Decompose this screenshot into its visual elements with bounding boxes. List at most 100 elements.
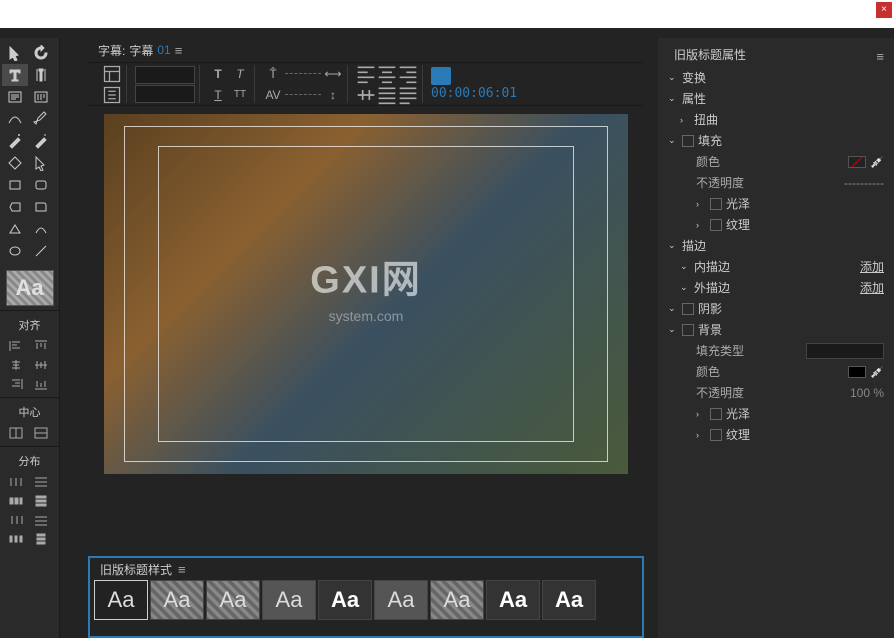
roll-crawl-icon[interactable] xyxy=(102,85,122,105)
tracking-icon[interactable]: ↕ xyxy=(323,85,343,105)
align-left-text-icon[interactable] xyxy=(356,64,376,84)
chevron-down-icon[interactable]: ⌄ xyxy=(668,324,678,335)
rounded-rect-tool-icon[interactable] xyxy=(28,174,54,196)
add-anchor-tool-icon[interactable] xyxy=(2,130,28,152)
bg-texture-checkbox[interactable] xyxy=(710,429,722,441)
distrib-v-center-icon[interactable] xyxy=(29,492,53,510)
style-swatch[interactable]: Aa xyxy=(374,580,428,620)
sheen-checkbox[interactable] xyxy=(710,198,722,210)
chevron-right-icon[interactable]: › xyxy=(696,409,706,419)
texture-checkbox[interactable] xyxy=(710,219,722,231)
font-family-dropdown[interactable] xyxy=(135,66,195,84)
bg-color-swatch[interactable] xyxy=(848,366,866,378)
path-type-tool-icon[interactable] xyxy=(2,108,28,130)
title-templates-icon[interactable] xyxy=(102,64,122,84)
align-right-text-icon[interactable] xyxy=(398,64,418,84)
kerning-icon[interactable]: AV xyxy=(263,85,283,105)
bg-sheen-checkbox[interactable] xyxy=(710,408,722,420)
prop-properties[interactable]: 属性 xyxy=(682,90,706,107)
eyedropper-icon[interactable] xyxy=(870,155,884,169)
align-center-h-icon[interactable] xyxy=(4,356,28,374)
small-caps-icon[interactable]: TT xyxy=(230,85,250,105)
align-right-icon[interactable] xyxy=(4,375,28,393)
distrib-h-space-icon[interactable] xyxy=(4,530,28,548)
close-button[interactable]: × xyxy=(876,2,892,18)
chevron-down-icon[interactable]: ⌄ xyxy=(668,303,678,314)
title-menu-icon[interactable]: ≡ xyxy=(175,43,183,58)
delete-anchor-tool-icon[interactable] xyxy=(28,130,54,152)
align-center-v-icon[interactable] xyxy=(29,356,53,374)
leading-icon[interactable]: ⟷ xyxy=(323,64,343,84)
chevron-right-icon[interactable]: › xyxy=(680,115,690,125)
rotate-tool-icon[interactable] xyxy=(28,42,54,64)
align-bottom-icon[interactable] xyxy=(29,375,53,393)
style-swatch[interactable]: Aa xyxy=(206,580,260,620)
center-h-icon[interactable] xyxy=(4,424,28,442)
arc-tool-icon[interactable] xyxy=(28,218,54,240)
eyedropper-icon[interactable] xyxy=(870,365,884,379)
fill-type-dropdown[interactable] xyxy=(806,343,884,359)
direct-select-tool-icon[interactable] xyxy=(28,152,54,174)
prop-fill[interactable]: 填充 xyxy=(698,132,722,149)
prop-bg-texture[interactable]: 纹理 xyxy=(726,426,750,443)
line-tool-icon[interactable] xyxy=(28,240,54,262)
convert-anchor-tool-icon[interactable] xyxy=(2,152,28,174)
shadow-checkbox[interactable] xyxy=(682,303,694,315)
background-checkbox[interactable] xyxy=(682,324,694,336)
tab-stops-icon[interactable] xyxy=(356,85,376,105)
distrib-h-center-icon[interactable] xyxy=(4,492,28,510)
wedge-tool-icon[interactable] xyxy=(2,218,28,240)
selection-tool-icon[interactable] xyxy=(2,42,28,64)
distrib-h-right-icon[interactable] xyxy=(4,511,28,529)
kerning-value[interactable] xyxy=(285,94,321,95)
style-swatch[interactable]: Aa xyxy=(430,580,484,620)
clipped-rect-tool-icon[interactable] xyxy=(2,196,28,218)
chevron-down-icon[interactable]: ⌄ xyxy=(680,261,690,272)
show-video-toggle-icon[interactable] xyxy=(431,67,451,85)
prop-background[interactable]: 背景 xyxy=(698,321,722,338)
distrib-v-top-icon[interactable] xyxy=(29,473,53,491)
font-style-dropdown[interactable] xyxy=(135,85,195,103)
prop-bg-sheen[interactable]: 光泽 xyxy=(726,405,750,422)
chevron-right-icon[interactable]: › xyxy=(696,199,706,209)
chevron-right-icon[interactable]: › xyxy=(696,430,706,440)
prop-sheen[interactable]: 光泽 xyxy=(726,195,750,212)
style-swatch[interactable]: Aa xyxy=(262,580,316,620)
vertical-area-type-tool-icon[interactable] xyxy=(28,86,54,108)
font-size-icon[interactable]: T̂ xyxy=(263,64,283,84)
chevron-down-icon[interactable]: ⌄ xyxy=(668,135,678,146)
align-top-icon[interactable] xyxy=(29,337,53,355)
chevron-down-icon[interactable]: ⌄ xyxy=(668,93,678,104)
prop-opacity-value[interactable]: ---------- xyxy=(844,176,884,190)
fill-color-swatch[interactable] xyxy=(848,156,866,168)
style-swatch[interactable]: Aa xyxy=(94,580,148,620)
italic-icon[interactable]: T xyxy=(230,64,250,84)
styles-menu-icon[interactable]: ≡ xyxy=(178,562,186,577)
bold-icon[interactable]: T xyxy=(208,64,228,84)
justify-last-icon[interactable] xyxy=(398,85,418,105)
distrib-v-bottom-icon[interactable] xyxy=(29,511,53,529)
area-type-tool-icon[interactable] xyxy=(2,86,28,108)
chevron-down-icon[interactable]: ⌄ xyxy=(668,240,678,251)
center-v-icon[interactable] xyxy=(29,424,53,442)
style-swatch[interactable]: Aa xyxy=(150,580,204,620)
artboard[interactable]: GXI网 system.com xyxy=(104,114,628,474)
properties-menu-icon[interactable]: ≡ xyxy=(876,49,884,64)
underline-icon[interactable]: T xyxy=(208,85,228,105)
distrib-v-space-icon[interactable] xyxy=(29,530,53,548)
font-size-value[interactable] xyxy=(285,73,321,74)
chevron-right-icon[interactable]: › xyxy=(696,220,706,230)
type-tool-icon[interactable] xyxy=(2,64,28,86)
prop-bg-opacity-value[interactable]: 100 % xyxy=(850,386,884,400)
prop-texture[interactable]: 纹理 xyxy=(726,216,750,233)
style-swatch[interactable]: Aa xyxy=(486,580,540,620)
style-swatch[interactable]: Aa xyxy=(318,580,372,620)
add-inner-stroke-link[interactable]: 添加 xyxy=(860,258,884,275)
justify-icon[interactable] xyxy=(377,85,397,105)
chevron-down-icon[interactable]: ⌄ xyxy=(668,72,678,83)
prop-distort[interactable]: 扭曲 xyxy=(694,111,718,128)
prop-stroke[interactable]: 描边 xyxy=(682,237,706,254)
ellipse-tool-icon[interactable] xyxy=(2,240,28,262)
rounded-corner-tool-icon[interactable] xyxy=(28,196,54,218)
vertical-type-tool-icon[interactable] xyxy=(28,64,54,86)
